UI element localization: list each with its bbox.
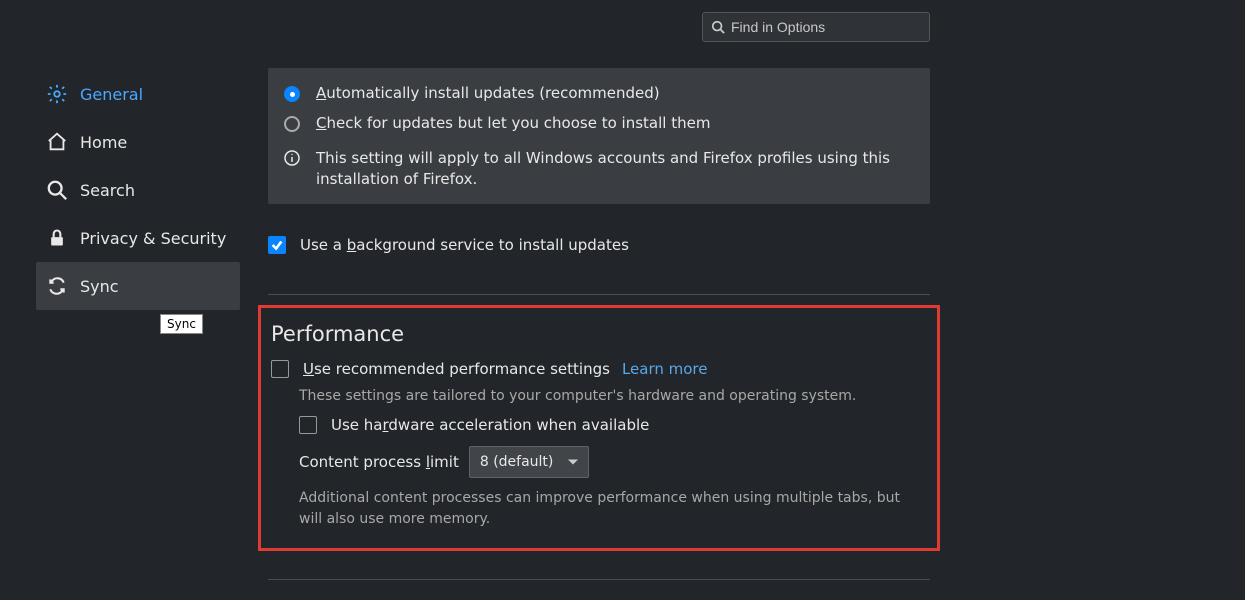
- learn-more-link[interactable]: Learn more: [622, 360, 708, 378]
- sidebar-item-sync[interactable]: Sync: [36, 262, 240, 310]
- sidebar-item-label: Sync: [80, 277, 119, 296]
- hardware-accel-checkbox[interactable]: Use hardware acceleration when available: [299, 416, 927, 434]
- radio-unchecked-icon: [284, 116, 300, 132]
- checkbox-label: Use recommended performance settings: [303, 360, 610, 378]
- search-box[interactable]: [702, 12, 930, 42]
- checkbox-label: Use hardware acceleration when available: [331, 416, 649, 434]
- search-icon: [46, 179, 68, 201]
- lock-icon: [46, 227, 68, 249]
- performance-description: These settings are tailored to your comp…: [299, 388, 927, 404]
- sidebar-item-label: Home: [80, 133, 127, 152]
- home-icon: [46, 131, 68, 153]
- info-icon: [284, 150, 300, 166]
- sidebar-item-label: Search: [80, 181, 135, 200]
- sidebar-item-label: Privacy & Security: [80, 229, 226, 248]
- main-content: Automatically install updates (recommend…: [268, 68, 930, 580]
- content-process-limit-select[interactable]: 8 (default): [469, 446, 589, 478]
- content-process-limit-row: Content process limit 8 (default): [299, 446, 927, 478]
- checkbox-checked-icon: [268, 236, 286, 254]
- sidebar-item-label: General: [80, 85, 143, 104]
- sidebar: General Home Search Privacy & Security: [36, 70, 240, 310]
- performance-section-highlight: Performance Use recommended performance …: [258, 305, 940, 551]
- radio-check-updates[interactable]: Check for updates but let you choose to …: [268, 108, 930, 138]
- radio-label: Check for updates but let you choose to …: [316, 114, 710, 132]
- sidebar-item-home[interactable]: Home: [36, 118, 240, 166]
- search-icon: [711, 20, 725, 34]
- info-text: This setting will apply to all Windows a…: [316, 148, 914, 190]
- sidebar-item-general[interactable]: General: [36, 70, 240, 118]
- search-input[interactable]: [731, 19, 921, 35]
- radio-auto-install[interactable]: Automatically install updates (recommend…: [268, 78, 930, 108]
- select-label: Content process limit: [299, 453, 459, 471]
- gear-icon: [46, 83, 68, 105]
- radio-label: Automatically install updates (recommend…: [316, 84, 660, 102]
- checkbox-unchecked-icon: [271, 360, 289, 378]
- separator: [268, 579, 930, 580]
- radio-checked-icon: [284, 86, 300, 102]
- performance-heading: Performance: [271, 322, 927, 346]
- updates-info: This setting will apply to all Windows a…: [268, 138, 930, 190]
- tooltip-sync: Sync: [160, 314, 203, 334]
- sync-icon: [46, 275, 68, 297]
- background-service-checkbox[interactable]: Use a background service to install upda…: [268, 236, 930, 254]
- select-value: 8 (default): [480, 454, 554, 470]
- checkbox-unchecked-icon: [299, 416, 317, 434]
- performance-note: Additional content processes can improve…: [299, 488, 927, 530]
- sidebar-item-search[interactable]: Search: [36, 166, 240, 214]
- checkbox-label: Use a background service to install upda…: [300, 236, 629, 254]
- updates-panel: Automatically install updates (recommend…: [268, 68, 930, 204]
- separator: [268, 294, 930, 295]
- recommended-settings-checkbox[interactable]: Use recommended performance settings Lea…: [271, 360, 927, 378]
- sidebar-item-privacy[interactable]: Privacy & Security: [36, 214, 240, 262]
